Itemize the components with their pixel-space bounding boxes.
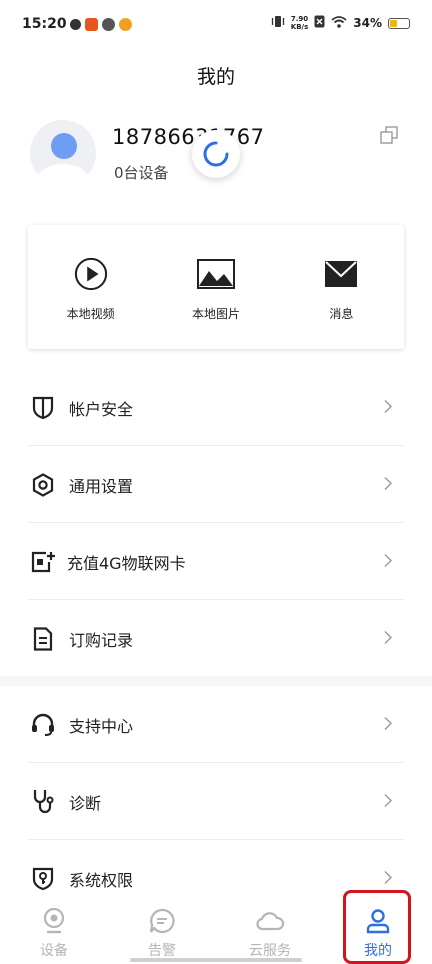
menu-item-diagnosis[interactable]: 诊断 [0,763,432,840]
document-icon [30,626,56,652]
menu-item-order-history[interactable]: 订购记录 [0,600,432,677]
speed-unit: KB/s [290,23,309,31]
status-time: 15:20 [22,16,67,32]
chevron-right-icon [384,629,392,648]
tab-cloud-service[interactable]: 云服务 [216,894,324,964]
loading-spinner [192,130,240,178]
wifi-icon [331,15,347,31]
network-speed: 7.90 KB/s [291,15,308,31]
menu-item-general-settings[interactable]: 通用设置 [0,446,432,523]
quick-messages[interactable]: 消息 [279,225,404,349]
chevron-right-icon [384,715,392,734]
chevron-right-icon [384,869,392,888]
menu-item-support-center[interactable]: 支持中心 [0,686,432,763]
notification-icons [70,18,132,31]
status-right: 7.90 KB/s 34% [271,15,410,31]
device-count: 0台设备 [114,164,169,182]
image-icon [196,259,235,289]
envelope-icon [325,261,358,287]
battery-fill [390,19,397,27]
no-sim-icon [314,15,325,31]
menu-label: 帐户安全 [69,399,134,419]
vibrate-icon [271,15,285,31]
user-icon [366,909,390,934]
tab-label: 我的 [364,943,392,959]
battery-percent: 34% [353,16,382,30]
page-title: 我的 [196,66,235,88]
tab-label: 云服务 [249,943,291,959]
avatar-head [51,133,77,159]
section-separator [0,676,432,686]
menu-label: 诊断 [69,793,102,813]
avatar-body [35,164,91,186]
chevron-right-icon [384,475,392,494]
copy-icon[interactable] [380,126,398,148]
tab-label: 告警 [148,943,176,959]
app-notification-icon [70,19,81,30]
chevron-right-icon [384,552,392,571]
menu-group-account: 帐户安全 通用设置 充值4G物联网卡 订购记录 [0,369,432,677]
stethoscope-icon [30,789,56,815]
menu-group-support: 支持中心 诊断 系统权限 [0,686,432,917]
tab-devices[interactable]: 设备 [0,894,108,964]
cloud-icon [256,912,285,931]
tab-label: 设备 [40,943,68,959]
menu-item-recharge-4g[interactable]: 充值4G物联网卡 [0,523,432,600]
avatar[interactable] [30,120,96,186]
sim-card-icon [30,549,56,575]
menu-label: 充值4G物联网卡 [67,553,186,573]
chevron-right-icon [384,792,392,811]
camera-icon [43,908,65,934]
menu-label: 系统权限 [69,870,134,890]
chat-bubble-icon [149,908,175,934]
bottom-tab-bar: 设备 告警 云服务 我的 [0,894,432,964]
speed-value: 7.90 [290,15,309,23]
battery-icon [388,17,410,29]
quick-local-image[interactable]: 本地图片 [153,225,278,349]
chevron-right-icon [384,398,392,417]
tab-alerts[interactable]: 告警 [108,894,216,964]
shield-icon [30,395,56,421]
headset-icon [30,712,56,738]
tab-me[interactable]: 我的 [324,894,432,964]
app-notification-icon [102,18,115,31]
quick-actions-card: 本地视频 本地图片 消息 [28,225,404,349]
home-indicator[interactable] [130,958,302,962]
quick-local-video[interactable]: 本地视频 [28,225,153,349]
play-circle-icon [74,257,107,291]
weibo-icon [119,18,132,31]
quick-label: 消息 [329,307,354,321]
menu-label: 支持中心 [69,716,134,736]
menu-label: 通用设置 [69,476,134,496]
hex-settings-icon [30,472,56,498]
app-notification-icon [85,18,98,31]
spinner-icon [203,141,229,167]
menu-item-account-security[interactable]: 帐户安全 [0,369,432,446]
status-bar: 15:20 7.90 KB/s 34% [0,0,432,50]
menu-label: 订购记录 [69,630,134,650]
permission-shield-icon [30,866,56,892]
quick-label: 本地视频 [66,307,115,321]
user-id: 18786631767 [112,125,265,149]
quick-label: 本地图片 [191,307,240,321]
